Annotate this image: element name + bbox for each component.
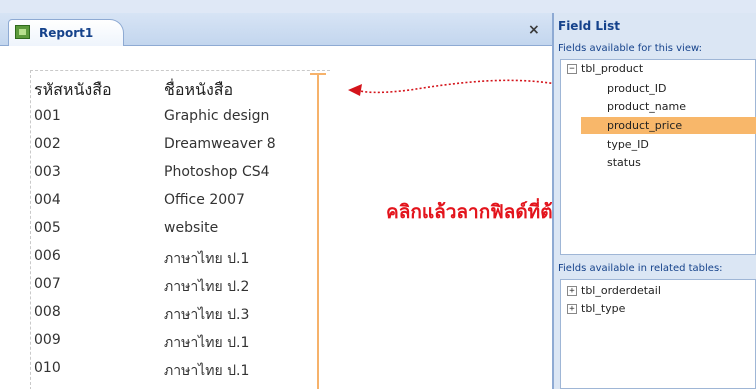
- table-row: 002 Dreamweaver 8: [34, 136, 314, 163]
- table-row: 001 Graphic design: [34, 108, 314, 135]
- field-product-name[interactable]: product_name: [607, 100, 686, 113]
- report-guide-vertical: [30, 70, 31, 389]
- report-header-row: รหัสหนังสือ ชื่อหนังสือ: [34, 78, 314, 105]
- related-tables-label: Fields available in related tables:: [558, 263, 723, 274]
- field-product-price[interactable]: product_price: [607, 119, 682, 132]
- row-name[interactable]: Office 2007: [164, 192, 245, 208]
- tab-report1[interactable]: Report1: [8, 19, 124, 47]
- fields-available-list: − tbl_product product_ID product_name pr…: [560, 59, 756, 255]
- related-tables-list: + tbl_orderdetail + tbl_type: [560, 279, 756, 389]
- row-name[interactable]: Graphic design: [164, 108, 269, 124]
- row-code[interactable]: 003: [34, 164, 61, 180]
- column-resize-handle[interactable]: [317, 74, 319, 389]
- table-row: 005 website: [34, 220, 314, 247]
- tab-label: Report1: [39, 26, 94, 40]
- header-name[interactable]: ชื่อหนังสือ: [164, 78, 233, 103]
- field-product-id[interactable]: product_ID: [607, 82, 667, 95]
- drag-arrow-icon: [348, 79, 577, 96]
- table-node-tbl-orderdetail[interactable]: tbl_orderdetail: [581, 284, 661, 297]
- row-code[interactable]: 007: [34, 276, 61, 292]
- row-name[interactable]: ภาษาไทย ป.2: [164, 276, 249, 298]
- expand-icon[interactable]: +: [567, 304, 577, 314]
- row-code[interactable]: 006: [34, 248, 61, 264]
- field-status[interactable]: status: [607, 156, 641, 169]
- top-strip: [0, 0, 756, 13]
- close-icon[interactable]: ×: [528, 22, 540, 38]
- collapse-icon[interactable]: −: [567, 64, 577, 74]
- row-name[interactable]: ภาษาไทย ป.3: [164, 304, 249, 326]
- table-row: 003 Photoshop CS4: [34, 164, 314, 191]
- row-code[interactable]: 004: [34, 192, 61, 208]
- header-code[interactable]: รหัสหนังสือ: [34, 78, 112, 103]
- row-code[interactable]: 009: [34, 332, 61, 348]
- report-icon: [15, 25, 30, 39]
- field-list-title: Field List: [558, 19, 620, 33]
- table-row: 010 ภาษาไทย ป.1: [34, 360, 314, 387]
- table-row: 006 ภาษาไทย ป.1: [34, 248, 314, 275]
- row-code[interactable]: 002: [34, 136, 61, 152]
- field-type-id[interactable]: type_ID: [607, 138, 649, 151]
- document-tab-bar: Report1: [0, 13, 552, 47]
- table-row: 008 ภาษาไทย ป.3: [34, 304, 314, 331]
- table-node-tbl-type[interactable]: tbl_type: [581, 302, 625, 315]
- fields-available-label: Fields available for this view:: [558, 43, 702, 54]
- report-guide-horizontal: [30, 70, 330, 71]
- row-name[interactable]: Photoshop CS4: [164, 164, 270, 180]
- table-row: 007 ภาษาไทย ป.2: [34, 276, 314, 303]
- row-code[interactable]: 001: [34, 108, 61, 124]
- expand-icon[interactable]: +: [567, 286, 577, 296]
- row-name[interactable]: ภาษาไทย ป.1: [164, 248, 249, 270]
- table-row: 009 ภาษาไทย ป.1: [34, 332, 314, 359]
- row-code[interactable]: 008: [34, 304, 61, 320]
- table-node-tbl-product[interactable]: tbl_product: [581, 62, 643, 75]
- table-row: 004 Office 2007: [34, 192, 314, 219]
- row-name[interactable]: ภาษาไทย ป.1: [164, 360, 249, 382]
- row-name[interactable]: Dreamweaver 8: [164, 136, 276, 152]
- row-name[interactable]: ภาษาไทย ป.1: [164, 332, 249, 354]
- row-code[interactable]: 005: [34, 220, 61, 236]
- row-name[interactable]: website: [164, 220, 218, 236]
- row-code[interactable]: 010: [34, 360, 61, 376]
- field-list-pane: Field List Fields available for this vie…: [554, 13, 756, 389]
